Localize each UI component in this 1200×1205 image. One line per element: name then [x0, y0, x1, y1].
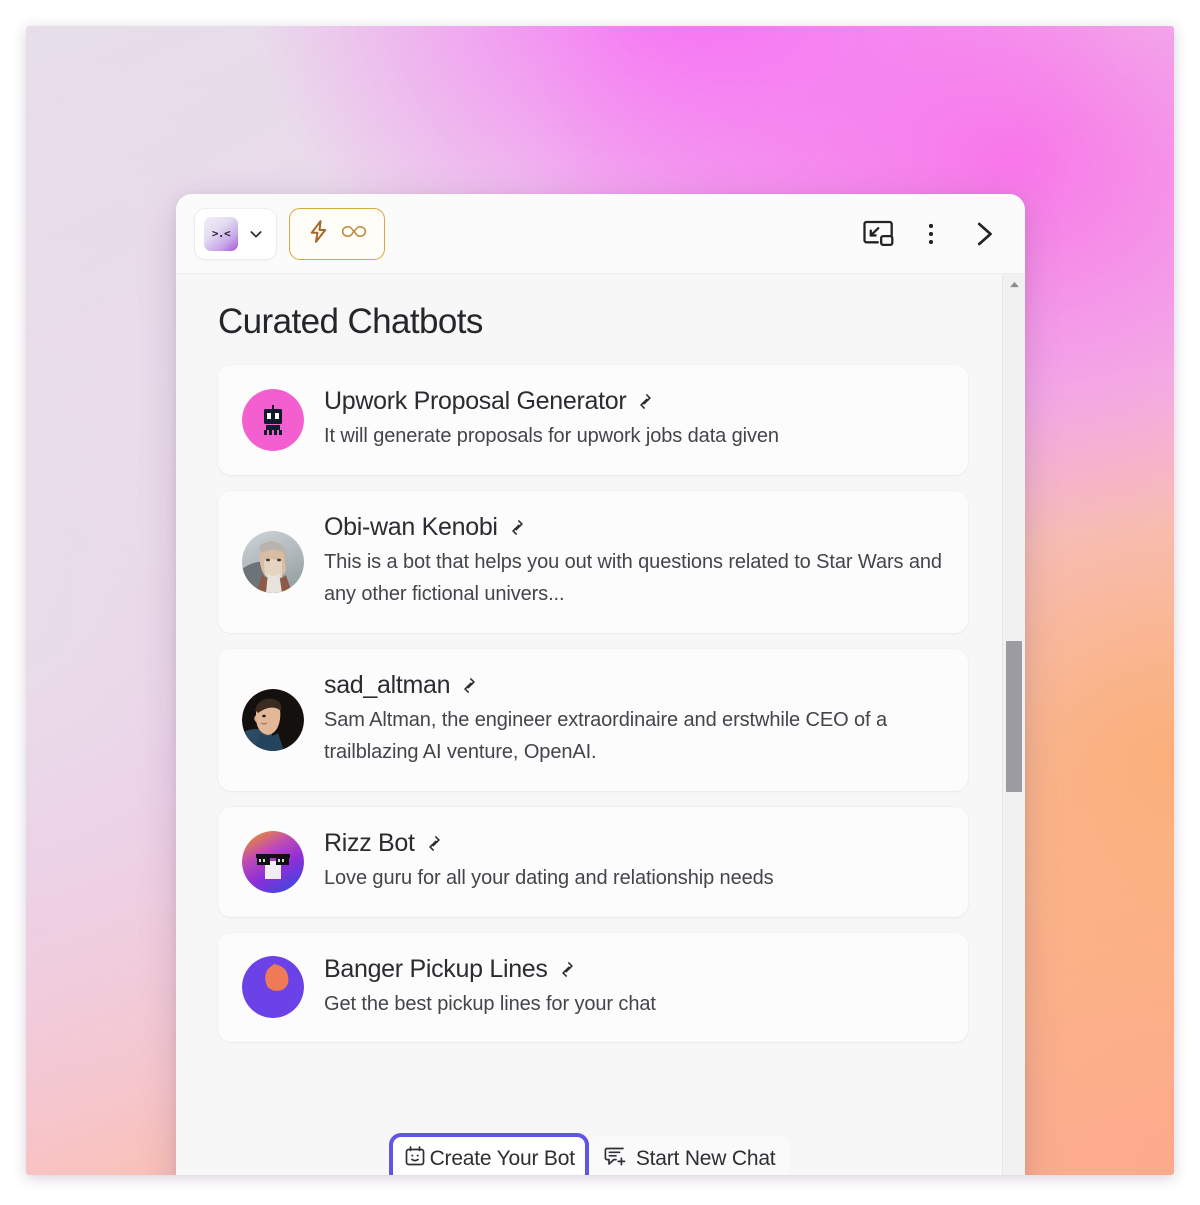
bot-selector-button[interactable]: >.<	[194, 207, 277, 260]
card-title-row: Rizz Bot	[324, 829, 944, 858]
chatbot-card-sad-altman[interactable]: sad_altman Sam Altman, the engineer extr…	[218, 648, 968, 791]
chevron-right-icon[interactable]	[963, 214, 1003, 254]
external-link-icon[interactable]	[424, 833, 445, 854]
start-new-chat-button[interactable]: Start New Chat	[588, 1136, 790, 1175]
external-link-icon[interactable]	[557, 959, 578, 980]
scrollbar-track[interactable]	[1003, 295, 1025, 1175]
card-title: sad_altman	[324, 670, 451, 699]
card-text: sad_altman Sam Altman, the engineer extr…	[324, 671, 944, 769]
obiwan-photo-avatar	[242, 530, 304, 593]
start-new-chat-label: Start New Chat	[635, 1147, 776, 1170]
page-title: Curated Chatbots	[218, 302, 483, 341]
infinity-icon	[340, 223, 368, 245]
screenshot-frame: >.< Curated Chatbots Upwork Proposal Gen…	[0, 0, 1200, 1205]
card-title-row: sad_altman	[324, 671, 944, 700]
sam-altman-photo-avatar	[242, 688, 304, 751]
chat-panel: >.< Curated Chatbots Upwork Proposal Gen…	[176, 194, 1025, 1175]
card-title: Rizz Bot	[324, 828, 415, 857]
three-dot-menu-icon[interactable]	[911, 214, 951, 254]
card-text: Obi-wan Kenobi This is a bot that helps …	[324, 513, 944, 611]
chevron-down-icon	[248, 226, 264, 242]
card-description: Love guru for all your dating and relati…	[324, 866, 774, 889]
lightning-bolt-icon	[306, 219, 331, 249]
vertical-scrollbar[interactable]	[1002, 274, 1025, 1175]
smiley-box-icon	[403, 1144, 427, 1174]
card-title-row: Obi-wan Kenobi	[324, 513, 944, 542]
purple-orange-blob-avatar	[242, 956, 304, 1019]
card-text: Banger Pickup Lines Get the best pickup …	[324, 955, 944, 1021]
chatbot-list-scroll-area[interactable]: Curated Chatbots Upwork Proposal Generat…	[176, 274, 1002, 1175]
kaomoji-avatar: >.<	[204, 216, 238, 251]
card-description: Get the best pickup lines for your chat	[324, 992, 656, 1015]
turbo-unlimited-mode-button[interactable]	[289, 207, 385, 260]
card-description: This is a bot that helps you out with qu…	[324, 550, 942, 606]
card-text: Rizz Bot Love guru for all your dating a…	[324, 829, 944, 895]
pink-robot-avatar	[242, 388, 304, 451]
chat-plus-icon	[603, 1144, 627, 1174]
external-link-icon[interactable]	[635, 391, 656, 412]
card-title-row: Banger Pickup Lines	[324, 955, 944, 984]
chatbot-card-banger-pickup-lines[interactable]: Banger Pickup Lines Get the best pickup …	[218, 932, 968, 1043]
sunglasses-gradient-avatar	[242, 830, 304, 893]
chatbot-card-upwork-proposal-generator[interactable]: Upwork Proposal Generator It will genera…	[218, 365, 968, 475]
external-link-icon[interactable]	[507, 517, 528, 538]
card-description: It will generate proposals for upwork jo…	[324, 425, 779, 447]
card-title: Banger Pickup Lines	[324, 954, 548, 983]
card-description: Sam Altman, the engineer extraordinaire …	[324, 708, 887, 764]
desktop-wallpaper: >.< Curated Chatbots Upwork Proposal Gen…	[26, 26, 1174, 1175]
external-link-icon[interactable]	[459, 675, 480, 696]
panel-body: Curated Chatbots Upwork Proposal Generat…	[176, 274, 1025, 1175]
chatbot-card-rizz-bot[interactable]: Rizz Bot Love guru for all your dating a…	[218, 806, 968, 917]
card-text: Upwork Proposal Generator It will genera…	[324, 387, 944, 453]
scrollbar-thumb[interactable]	[1006, 640, 1022, 792]
triangle-up-icon[interactable]	[1003, 274, 1025, 295]
picture-in-picture-icon[interactable]	[859, 214, 899, 254]
create-your-bot-label: Create Your Bot	[429, 1147, 575, 1170]
card-title: Obi-wan Kenobi	[324, 512, 498, 541]
card-title: Upwork Proposal Generator	[324, 387, 627, 415]
chatbot-card-obi-wan-kenobi[interactable]: Obi-wan Kenobi This is a bot that helps …	[218, 490, 968, 633]
card-title-row: Upwork Proposal Generator	[324, 387, 944, 416]
panel-toolbar: >.<	[176, 194, 1025, 274]
create-your-bot-button[interactable]: Create Your Bot	[388, 1133, 589, 1175]
